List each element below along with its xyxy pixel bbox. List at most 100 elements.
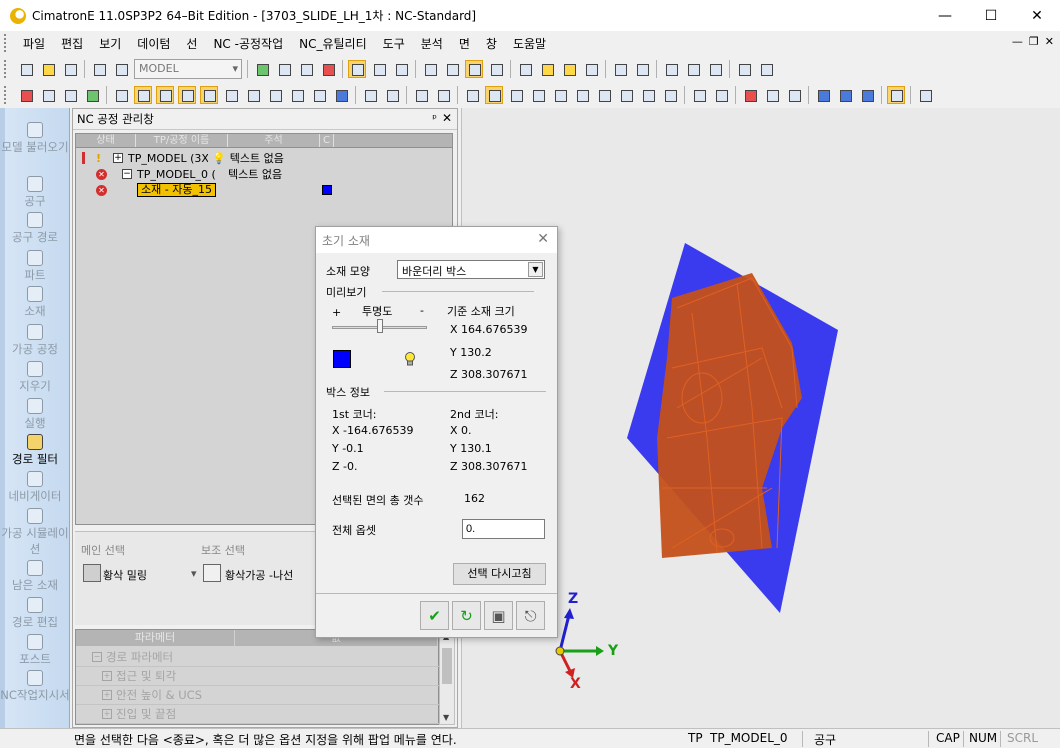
mdi-minimize-button[interactable]: — [1012,35,1023,48]
sidebar-item-process[interactable]: 가공 공정 [0,324,70,357]
filter-sketch-icon[interactable] [244,86,262,104]
offset-input[interactable] [462,519,545,539]
expand-icon[interactable]: + [102,709,112,719]
menu-grip[interactable] [4,34,7,52]
select-funnel-icon[interactable] [434,86,452,104]
deselect-icon[interactable] [39,86,57,104]
new-file-icon[interactable] [17,60,35,78]
axis-move-icon[interactable] [858,86,876,104]
properties-icon[interactable] [529,86,547,104]
table-icon[interactable] [485,86,503,104]
column-name[interactable]: TP/공정 이름 [136,134,228,147]
sidebar-item-navigator[interactable]: 네비게이터 [0,471,70,504]
sidebar-item-execute[interactable]: 실행 [0,398,70,431]
hidden-lines-icon[interactable] [443,60,461,78]
analysis-icon[interactable] [463,86,481,104]
light-bulb-icon[interactable] [404,352,416,366]
curve-icon[interactable] [712,86,730,104]
chevron-down-icon[interactable]: ▼ [528,262,543,277]
select-box-icon[interactable] [412,86,430,104]
list-icon[interactable] [507,86,525,104]
wireframe-view-icon[interactable] [370,60,388,78]
main-select-value[interactable]: 황삭 밀링 [103,567,147,583]
scroll-thumb[interactable] [442,648,452,684]
reselect-button[interactable]: 선택 다시고침 [453,563,546,585]
menu-face[interactable]: 면 [451,35,478,52]
collapse-icon[interactable]: − [92,652,102,662]
spiral-icon[interactable] [203,564,221,582]
surface-icon[interactable] [763,86,781,104]
close-button[interactable]: ✕ [1014,0,1060,31]
zigzag-icon[interactable] [741,86,759,104]
filter-curves-icon[interactable] [156,86,174,104]
mdi-restore-button[interactable]: ❐ [1029,35,1039,48]
sidebar-item-path-filter[interactable]: 경로 필터 [0,434,70,467]
axis-xyz-icon[interactable] [814,86,832,104]
filter-edges-icon[interactable] [200,86,218,104]
axis-icon[interactable] [836,86,854,104]
roughing-icon[interactable] [83,564,101,582]
dialog-close-icon[interactable]: ✕ [537,231,549,247]
layers-icon[interactable] [662,60,680,78]
menu-datum[interactable]: 데이텀 [129,35,178,52]
sidebar-item-stock[interactable]: 소재 [0,286,70,319]
show-hide-icon[interactable] [684,60,702,78]
tree-row[interactable]: ✕ − TP_MODEL_0 ( 텍스트 없음 [96,166,282,182]
parameter-row[interactable]: − 경로 파라메터 [76,648,440,667]
filter-faces-icon[interactable] [134,86,152,104]
select-filter-icon[interactable] [17,86,35,104]
sidebar-item-edit-path[interactable]: 경로 편집 [0,597,70,630]
back-arrow-icon[interactable] [611,60,629,78]
menu-line[interactable]: 선 [178,35,205,52]
zoom-all-icon[interactable] [253,60,271,78]
collapse-icon[interactable]: − [122,169,132,179]
model-combo[interactable]: MODEL [134,59,242,79]
apply-button[interactable]: ↻ [452,601,481,630]
column-comment[interactable]: 주석 [228,134,320,147]
pan-icon[interactable] [319,60,337,78]
check-icon[interactable] [690,86,708,104]
ok-check-button[interactable]: ✔ [420,601,449,630]
menu-analysis[interactable]: 분석 [413,35,451,52]
render-icon[interactable] [421,60,439,78]
line-tool-icon[interactable] [887,86,905,104]
sidebar-item-post[interactable]: 포스트 [0,634,70,667]
menu-nc-utility[interactable]: NC_유틸리티 [291,35,375,52]
filter-datum-icon[interactable] [266,86,284,104]
select-dropdown-icon[interactable] [61,86,79,104]
open-folder-icon[interactable] [39,60,57,78]
query-icon[interactable] [551,86,569,104]
sidebar-item-part[interactable]: 파트 [0,250,70,283]
menu-view[interactable]: 보기 [91,35,129,52]
copy-icon[interactable] [112,60,130,78]
view-dropdown-icon[interactable] [392,60,410,78]
filter-list-icon[interactable] [332,86,350,104]
column-status[interactable]: 상태 [76,134,136,147]
loop-icon[interactable] [383,86,401,104]
assembly-icon[interactable] [639,86,657,104]
measure-icon[interactable] [595,86,613,104]
pin-icon[interactable]: ᵖ [432,112,437,125]
expand-icon[interactable]: + [102,671,112,681]
part-tree-icon[interactable] [617,86,635,104]
pick-icon[interactable] [83,86,101,104]
filter-contour-icon[interactable] [288,86,306,104]
filter-all-icon[interactable] [112,86,130,104]
minimize-button[interactable]: — [922,0,968,31]
parameter-row[interactable]: + 안전 높이 & UCS [76,686,440,705]
sidebar-item-import-model[interactable]: 모델 불러오기 [0,122,70,155]
filter-plane-icon[interactable] [310,86,328,104]
pointer-icon[interactable] [516,60,534,78]
menu-window[interactable]: 창 [478,35,505,52]
preview-button[interactable]: ▣ [484,601,513,630]
model-tree-icon[interactable] [757,60,775,78]
exit-button[interactable]: ⎋ [516,601,545,630]
menu-edit[interactable]: 편집 [53,35,91,52]
zoom-icon[interactable] [297,60,315,78]
filter-solids-icon[interactable] [222,86,240,104]
column-c[interactable]: C [320,134,334,147]
toolbar-grip[interactable] [4,60,7,78]
sub-select-value[interactable]: 황삭가공 -나선 [225,567,293,583]
transparency-slider-thumb[interactable] [377,319,383,333]
close-icon[interactable]: ✕ [442,111,452,125]
